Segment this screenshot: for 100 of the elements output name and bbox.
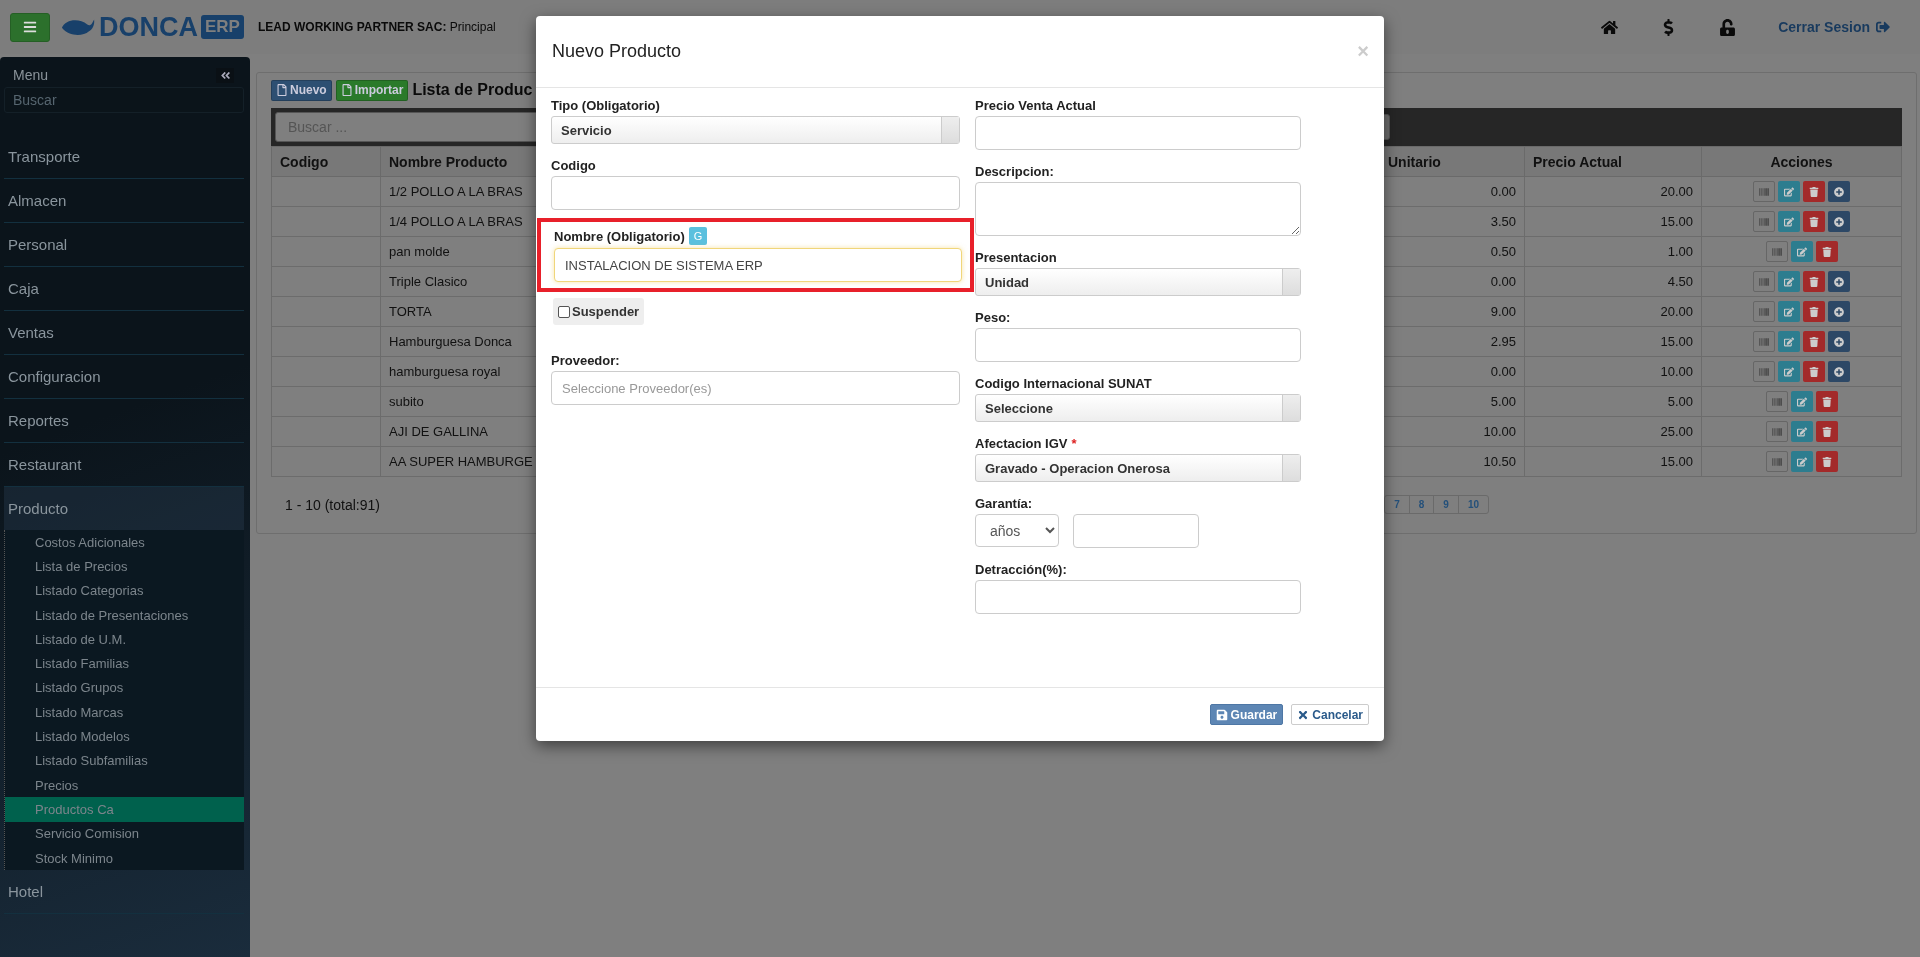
submenu-item[interactable]: Costos Adicionales [5, 530, 244, 555]
input-field[interactable]: Seleccione Proveedor(es) [551, 371, 960, 405]
edit-button[interactable] [1790, 421, 1813, 442]
edit-icon [1784, 366, 1794, 377]
add-button[interactable] [1828, 271, 1850, 292]
home-icon[interactable] [1601, 18, 1619, 36]
barcode-button[interactable] [1753, 331, 1775, 352]
barcode-button[interactable] [1765, 391, 1788, 412]
submenu-item[interactable]: Listado Marcas [5, 700, 244, 725]
save-button[interactable]: Guardar [1209, 704, 1284, 725]
sidebar-item[interactable]: Configuracion [4, 355, 244, 399]
suspend-checkbox[interactable]: Suspender [553, 298, 645, 325]
submenu-item[interactable]: Listado de Presentaciones [5, 602, 244, 628]
delete-button[interactable] [1803, 211, 1825, 232]
logout-link[interactable]: Cerrar Sesion [1778, 19, 1890, 35]
submenu-item[interactable]: Listado Modelos [5, 724, 244, 749]
select-field[interactable]: Unidad [975, 268, 1301, 296]
barcode-button[interactable] [1765, 241, 1788, 262]
menu-button[interactable] [10, 12, 50, 42]
sidebar-item[interactable]: Caja [4, 267, 244, 311]
input-field[interactable] [975, 116, 1301, 150]
toolbar-button[interactable]: Importar [335, 79, 409, 101]
submenu-item[interactable]: Servicio Comision [5, 821, 244, 846]
input-field[interactable]: INSTALACION DE SISTEMA ERP [554, 248, 962, 282]
sidebar-item[interactable]: Transporte [4, 135, 244, 179]
delete-button[interactable] [1815, 451, 1838, 472]
edit-button[interactable] [1790, 241, 1813, 262]
sidebar-item[interactable]: Personal [4, 223, 244, 267]
submenu-item[interactable]: Lista de Precios [5, 554, 244, 579]
barcode-button[interactable] [1765, 451, 1788, 472]
submenu-item[interactable]: Listado Categorias [5, 578, 244, 603]
edit-button[interactable] [1778, 181, 1800, 202]
delete-button[interactable] [1803, 361, 1825, 382]
field-label: Garantía: [975, 496, 1033, 511]
add-button[interactable] [1828, 361, 1850, 382]
table-cell: 15.00 [1524, 326, 1702, 357]
edit-button[interactable] [1778, 301, 1800, 322]
input-field[interactable] [975, 580, 1301, 614]
barcode-button[interactable] [1753, 181, 1775, 202]
trash-icon [1809, 306, 1819, 317]
lock-icon[interactable] [1719, 18, 1737, 36]
pagination-summary: 1 - 10 (total:91) [285, 496, 380, 513]
edit-button[interactable] [1778, 211, 1800, 232]
barcode-button[interactable] [1753, 301, 1775, 322]
textarea-field[interactable] [975, 182, 1301, 236]
edit-button[interactable] [1790, 391, 1813, 412]
field-label: Peso: [975, 310, 1011, 325]
sidebar-title: Menu [13, 67, 49, 83]
add-button[interactable] [1828, 331, 1850, 352]
cancel-button[interactable]: Cancelar [1291, 704, 1369, 725]
edit-icon [1784, 306, 1794, 317]
input-field[interactable] [1073, 514, 1199, 548]
collapse-button[interactable] [216, 67, 234, 83]
input-field[interactable] [975, 328, 1301, 362]
sidebar-item[interactable]: Ventas [4, 311, 244, 355]
sidebar-item[interactable]: Almacen [4, 179, 244, 223]
sidebar-item[interactable]: Reportes [4, 399, 244, 443]
table-cell: 1.00 [1524, 236, 1702, 267]
file-icon [340, 84, 353, 96]
table-cell: 20.00 [1524, 176, 1702, 207]
delete-button[interactable] [1803, 271, 1825, 292]
submenu-item[interactable]: Stock Minimo [5, 845, 244, 871]
sidebar-item[interactable]: Hotel [4, 870, 244, 915]
select-field[interactable]: Servicio [551, 116, 960, 144]
unit-select[interactable]: años [975, 514, 1059, 547]
trash-icon [1809, 276, 1819, 287]
barcode-button[interactable] [1753, 361, 1775, 382]
toolbar-button[interactable]: Nuevo [271, 79, 332, 101]
add-button[interactable] [1828, 181, 1850, 202]
sidebar-item[interactable]: Producto [4, 487, 244, 531]
edit-button[interactable] [1778, 361, 1800, 382]
edit-button[interactable] [1778, 331, 1800, 352]
delete-button[interactable] [1803, 301, 1825, 322]
delete-button[interactable] [1815, 241, 1838, 262]
select-field[interactable]: Seleccione [975, 394, 1301, 422]
barcode-button[interactable] [1753, 211, 1775, 232]
edit-button[interactable] [1778, 271, 1800, 292]
delete-button[interactable] [1803, 181, 1825, 202]
submenu-item[interactable]: Listado Subfamilias [5, 748, 244, 773]
input-field[interactable] [551, 176, 960, 210]
edit-button[interactable] [1790, 451, 1813, 472]
select-field[interactable]: Gravado - Operacion Onerosa [975, 454, 1301, 482]
add-button[interactable] [1828, 301, 1850, 322]
barcode-button[interactable] [1765, 421, 1788, 442]
delete-button[interactable] [1803, 331, 1825, 352]
add-button[interactable] [1828, 211, 1850, 232]
submenu-item[interactable]: Listado de U.M. [5, 627, 244, 652]
barcode-button[interactable] [1753, 271, 1775, 292]
delete-button[interactable] [1815, 421, 1838, 442]
trash-icon [1809, 186, 1819, 197]
submenu-item[interactable]: Listado Grupos [5, 675, 244, 701]
edit-icon [1796, 456, 1807, 467]
edit-icon [1784, 276, 1794, 287]
search-field[interactable]: Buscar [4, 87, 244, 113]
submenu-item[interactable]: Precios [5, 772, 244, 798]
submenu-item[interactable]: Listado Familias [5, 651, 244, 676]
edit-icon [1796, 426, 1807, 437]
sidebar-item[interactable]: Restaurant [4, 443, 244, 487]
field-label: Presentacion [975, 250, 1057, 265]
delete-button[interactable] [1815, 391, 1838, 412]
